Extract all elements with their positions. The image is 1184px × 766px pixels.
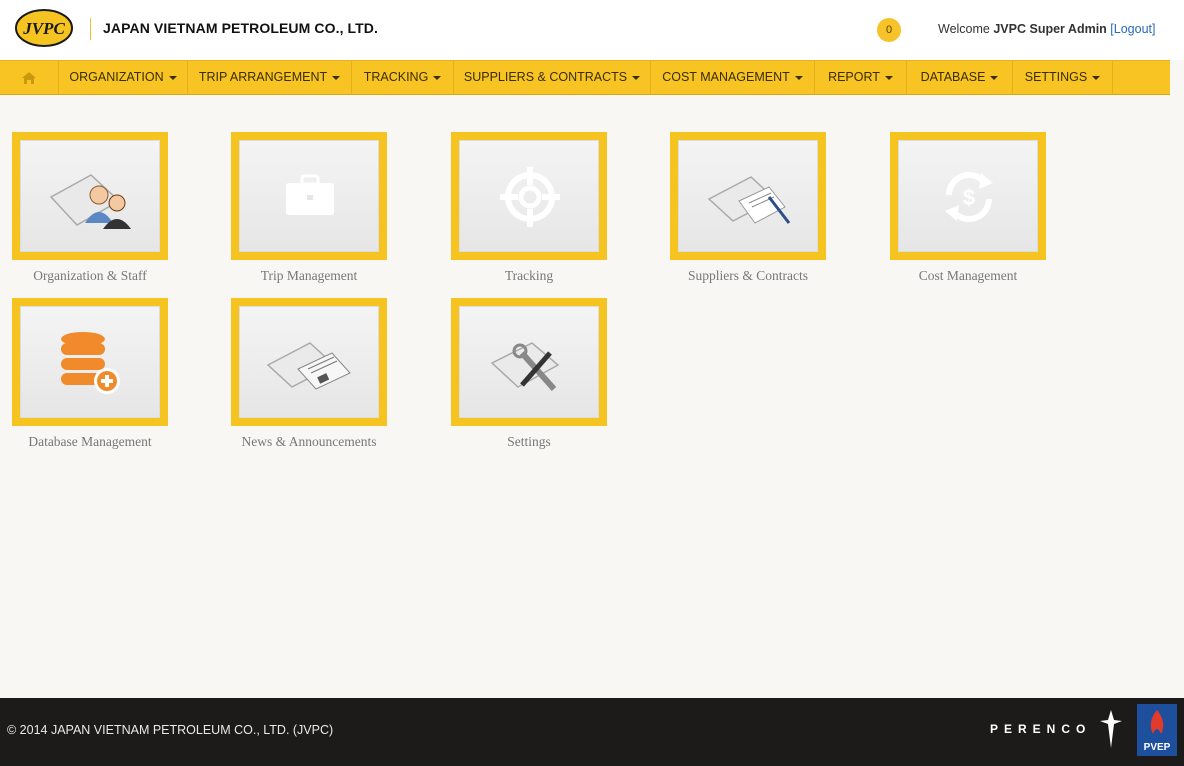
target-icon xyxy=(500,167,560,227)
logo-divider xyxy=(90,18,91,40)
home-icon xyxy=(22,71,36,84)
welcome-text: Welcome JVPC Super Admin [Logout] xyxy=(938,22,1155,36)
notification-badge[interactable]: 0 xyxy=(877,18,901,42)
briefcase-icon xyxy=(286,174,334,215)
user-name: JVPC Super Admin xyxy=(993,22,1107,36)
tile-cost-management[interactable]: $ Cost Management xyxy=(890,132,1046,284)
tile-label: Trip Management xyxy=(260,268,358,283)
tile-label: Database Management xyxy=(28,434,152,449)
caret-down-icon xyxy=(332,75,341,80)
caret-down-icon xyxy=(990,75,999,80)
jvpc-logo[interactable]: JVPC xyxy=(15,9,73,47)
tile-trip-management[interactable]: Trip Management xyxy=(231,132,387,284)
tile-news-announcements[interactable]: News & Announcements xyxy=(231,298,387,450)
nav-label: COST MANAGEMENT xyxy=(662,70,790,84)
tile-settings[interactable]: Settings xyxy=(451,298,607,450)
logo-text: JVPC xyxy=(22,19,65,38)
caret-down-icon xyxy=(884,75,893,80)
pvep-text: PVEP xyxy=(1144,742,1171,753)
nav-label: REPORT xyxy=(828,70,880,84)
caret-down-icon xyxy=(433,75,442,80)
welcome-prefix: Welcome xyxy=(938,22,990,36)
nav-label: TRACKING xyxy=(363,70,429,84)
tile-label: Organization & Staff xyxy=(33,268,147,283)
nav-trip-arrangement[interactable]: TRIP ARRANGEMENT xyxy=(188,61,352,94)
tile-label: News & Announcements xyxy=(241,434,377,449)
caret-down-icon xyxy=(632,75,641,80)
nav-home[interactable] xyxy=(0,61,59,94)
copyright-text: © 2014 JAPAN VIETNAM PETROLEUM CO., LTD.… xyxy=(7,723,334,737)
tile-organization-staff[interactable]: Organization & Staff xyxy=(12,132,168,284)
newspaper-icon xyxy=(266,342,351,390)
database-add-icon xyxy=(61,332,120,394)
caret-down-icon xyxy=(794,75,803,80)
tile-label: Cost Management xyxy=(918,268,1018,283)
tile-suppliers-contracts[interactable]: Suppliers & Contracts xyxy=(670,132,826,284)
perenco-star-icon xyxy=(1100,710,1122,748)
tile-label: Suppliers & Contracts xyxy=(688,268,808,283)
nav-cost-management[interactable]: COST MANAGEMENT xyxy=(651,61,815,94)
nav-suppliers-contracts[interactable]: SUPPLIERS & CONTRACTS xyxy=(454,61,651,94)
tile-label: Settings xyxy=(507,434,551,449)
dollar-refresh-icon: $ xyxy=(945,172,993,222)
tools-icon xyxy=(490,342,560,391)
perenco-logo: PERENCO xyxy=(990,722,1092,736)
nav-label: ORGANIZATION xyxy=(69,70,164,84)
footer: © 2014 JAPAN VIETNAM PETROLEUM CO., LTD.… xyxy=(0,698,1184,766)
svg-text:$: $ xyxy=(963,185,975,210)
caret-down-icon xyxy=(1092,75,1101,80)
people-icon xyxy=(49,174,131,229)
tile-tracking[interactable]: Tracking xyxy=(451,132,607,284)
header: JVPC JAPAN VIETNAM PETROLEUM CO., LTD. 0… xyxy=(0,0,1184,60)
nav-label: SETTINGS xyxy=(1024,70,1088,84)
contract-icon xyxy=(707,176,791,224)
nav-database[interactable]: DATABASE xyxy=(907,61,1013,94)
tile-label: Tracking xyxy=(504,268,554,283)
caret-down-icon xyxy=(168,75,177,80)
nav-organization[interactable]: ORGANIZATION xyxy=(59,61,188,94)
nav-label: TRIP ARRANGEMENT xyxy=(198,70,328,84)
tile-database-management[interactable]: Database Management xyxy=(12,298,168,450)
nav-tracking[interactable]: TRACKING xyxy=(352,61,454,94)
nav-label: SUPPLIERS & CONTRACTS xyxy=(463,70,628,84)
nav-label: DATABASE xyxy=(920,70,986,84)
nav-settings[interactable]: SETTINGS xyxy=(1013,61,1113,94)
company-name: JAPAN VIETNAM PETROLEUM CO., LTD. xyxy=(103,20,379,36)
nav-report[interactable]: REPORT xyxy=(815,61,907,94)
pvep-flame-icon: PVEP xyxy=(1137,704,1177,756)
pvep-logo: PVEP xyxy=(1137,704,1177,756)
logout-link[interactable]: [Logout] xyxy=(1110,22,1155,36)
main-navbar: ORGANIZATION TRIP ARRANGEMENT TRACKING S… xyxy=(0,60,1170,95)
